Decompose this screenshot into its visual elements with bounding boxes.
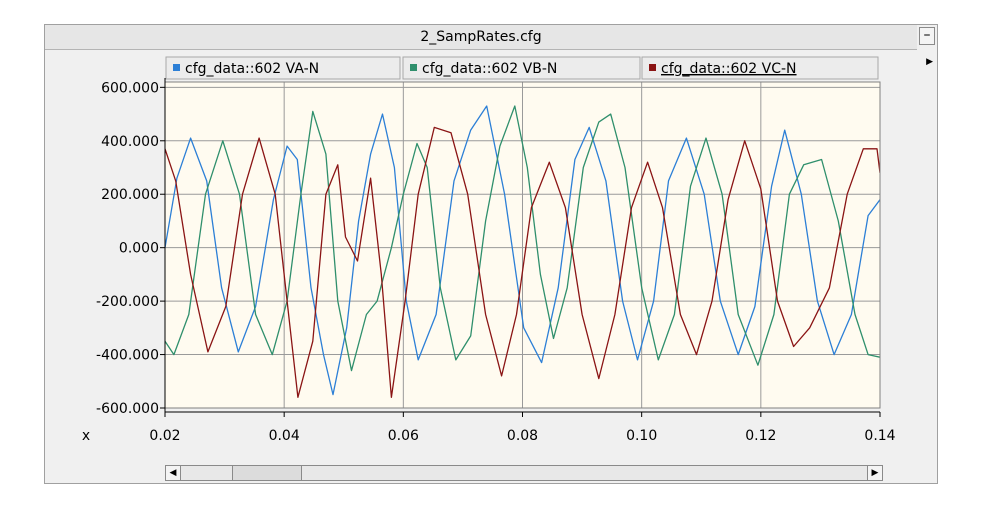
y-tick-label: -200.000	[96, 294, 159, 310]
x-tick-label: 0.06	[388, 428, 419, 444]
y-tick-label: 600.000	[101, 80, 159, 96]
x-tick-label: 0.12	[745, 428, 776, 444]
line-chart: 600.000 400.000 200.000 0.000 -200.000 -400.0…	[82, 56, 896, 444]
y-axis: 600.000 400.000 200.000 0.000 -200.000 -400.0…	[96, 78, 166, 417]
x-tick-label: 0.10	[626, 428, 657, 444]
x-tick-label: 0.04	[269, 428, 300, 444]
legend-label-1: cfg_data::602 VA-N	[185, 61, 319, 77]
legend: cfg_data::602 VA-N cfg_data::602 VB-N cfg_…	[165, 56, 879, 80]
y-tick-label: 200.000	[101, 187, 159, 203]
y-tick-label: -400.000	[96, 348, 159, 364]
x-tick-label: 0.14	[864, 428, 895, 444]
y-tick-label: 0.000	[119, 241, 159, 257]
legend-swatch-1	[173, 64, 180, 71]
legend-swatch-2	[410, 64, 417, 71]
x-tick-label: 0.02	[149, 428, 180, 444]
y-tick-label: -600.000	[96, 401, 159, 417]
x-axis: 0.02 0.04 0.06 0.08 0.10 0.12 0.14 x	[82, 411, 896, 444]
legend-swatch-3	[649, 64, 656, 71]
y-tick-label: 400.000	[101, 134, 159, 150]
x-tick-label: 0.08	[507, 428, 538, 444]
legend-label-2: cfg_data::602 VB-N	[422, 61, 557, 77]
x-axis-label: x	[82, 428, 90, 444]
legend-label-3: cfg_data::602 VC-N	[661, 61, 797, 77]
